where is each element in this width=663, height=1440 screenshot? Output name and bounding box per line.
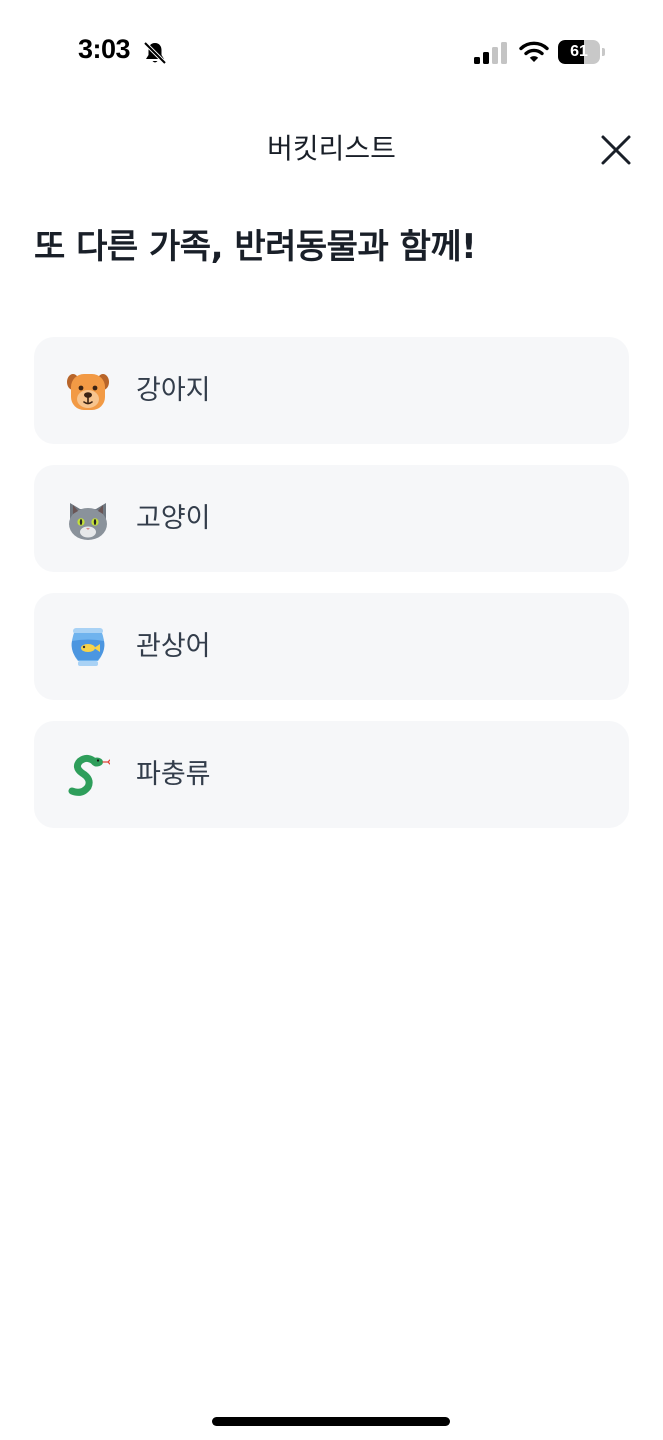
signal-icon xyxy=(474,42,507,64)
close-button[interactable] xyxy=(596,130,636,170)
wifi-icon xyxy=(519,41,549,62)
category-list: 강아지 고양이 관상어 파충류 xyxy=(34,337,629,849)
category-label: 관상어 xyxy=(136,631,211,662)
status-time: 3:03 xyxy=(78,34,131,64)
page-title: 버킷리스트 xyxy=(267,132,396,165)
snake-icon xyxy=(68,754,110,796)
status-bar: 3:03 61 xyxy=(0,0,663,100)
close-icon xyxy=(601,135,631,165)
fishbowl-icon xyxy=(71,628,105,666)
dog-icon xyxy=(67,374,109,410)
battery-icon: 61 xyxy=(558,40,606,64)
home-indicator[interactable] xyxy=(212,1417,450,1426)
category-label: 파충류 xyxy=(136,759,211,790)
section-heading: 또 다른 가족, 반려동물과 함께! xyxy=(34,227,477,267)
cat-icon xyxy=(69,503,107,540)
category-item-reptile[interactable]: 파충류 xyxy=(34,721,629,828)
category-item-cat[interactable]: 고양이 xyxy=(34,465,629,572)
battery-level: 61 xyxy=(570,43,588,60)
category-item-dog[interactable]: 강아지 xyxy=(34,337,629,444)
category-label: 고양이 xyxy=(136,503,211,534)
category-item-fish[interactable]: 관상어 xyxy=(34,593,629,700)
bell-muted-icon xyxy=(143,41,167,65)
category-label: 강아지 xyxy=(136,375,211,406)
